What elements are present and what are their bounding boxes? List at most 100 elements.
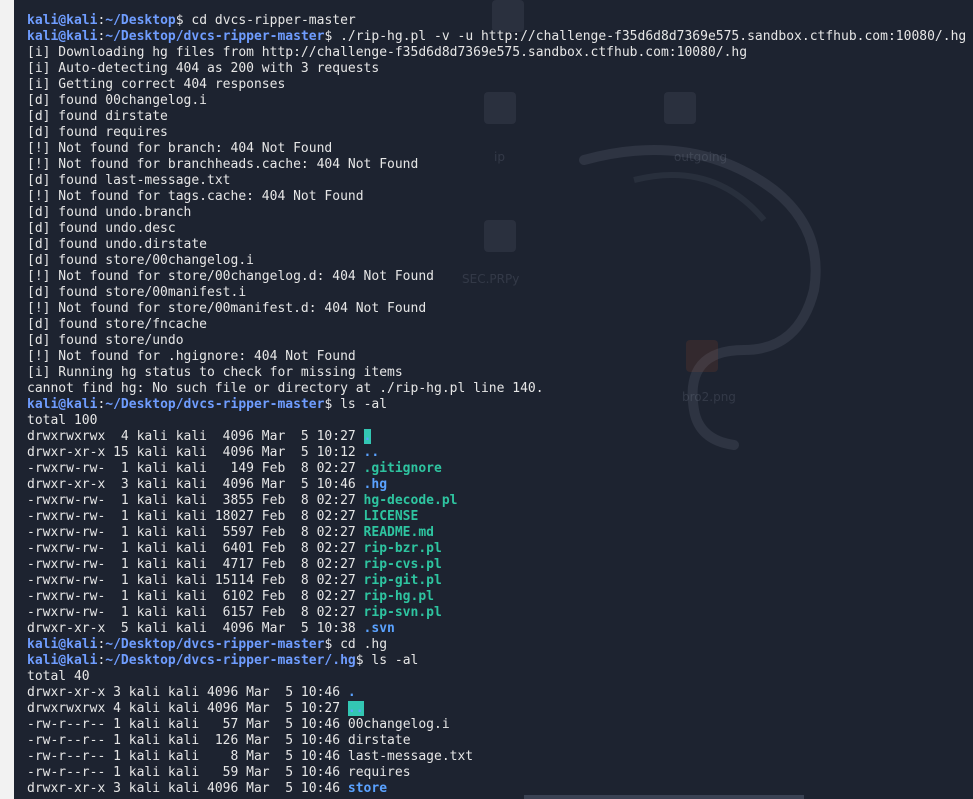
ls-entry-name[interactable]: rip-bzr.pl [364,541,442,556]
terminal-line: [!] Not found for branchheads.cache: 404… [27,157,973,173]
prompt-path: ~/Desktop/dvcs-ripper-master [105,637,325,652]
output-text: [i] Getting correct 404 responses [27,77,286,92]
ls-entry-details: -rwxrw-rw- 1 kali kali 3855 Feb 8 02:27 [27,493,364,508]
terminal-line: drwxr-xr-x 5 kali kali 4096 Mar 5 10:38 … [27,621,973,637]
prompt-user: kali@kali [27,637,98,652]
terminal-line: [!] Not found for store/00manifest.d: 40… [27,301,973,317]
terminal-line: [!] Not found for tags.cache: 404 Not Fo… [27,189,973,205]
terminal-line: -rwxrw-rw- 1 kali kali 6401 Feb 8 02:27 … [27,541,973,557]
terminal-line: -rw-r--r-- 1 kali kali 126 Mar 5 10:46 d… [27,733,973,749]
ls-entry-details: drwxr-xr-x 3 kali kali 4096 Mar 5 10:46 [27,685,348,700]
terminal-line: [d] found 00changelog.i [27,93,973,109]
ls-entry-details: -rw-r--r-- 1 kali kali 126 Mar 5 10:46 [27,733,348,748]
terminal-line: cannot find hg: No such file or director… [27,381,973,397]
ls-entry-name[interactable]: 00changelog.i [348,717,450,732]
terminal-line: [d] found store/fncache [27,317,973,333]
terminal-line: drwxr-xr-x 3 kali kali 4096 Mar 5 10:46 … [27,685,973,701]
ls-entry-name[interactable]: README.md [364,525,434,540]
terminal-line: -rwxrw-rw- 1 kali kali 18027 Feb 8 02:27… [27,509,973,525]
terminal-line: kali@kali:~/Desktop$ cd dvcs-ripper-mast… [27,13,973,29]
output-text: total 100 [27,413,98,428]
terminal-line: drwxrwxrwx 4 kali kali 4096 Mar 5 10:27 … [27,429,973,445]
terminal-line: [d] found store/00changelog.i [27,253,973,269]
prompt-path: ~/Desktop [105,13,176,28]
ls-entry-name[interactable]: LICENSE [364,509,419,524]
ls-entry-name[interactable]: hg-decode.pl [364,493,458,508]
ls-entry-name[interactable]: rip-hg.pl [364,589,434,604]
ls-entry-details: -rwxrw-rw- 1 kali kali 6157 Feb 8 02:27 [27,605,364,620]
ls-entry-name[interactable]: rip-git.pl [364,573,442,588]
output-text: [d] found dirstate [27,109,168,124]
terminal-line: -rwxrw-rw- 1 kali kali 6157 Feb 8 02:27 … [27,605,973,621]
output-text: [d] found store/fncache [27,317,208,332]
ls-entry-name[interactable]: dirstate [348,733,411,748]
terminal-line: [d] found store/00manifest.i [27,285,973,301]
terminal-line: -rwxrw-rw- 1 kali kali 5597 Feb 8 02:27 … [27,525,973,541]
terminal-line: kali@kali:~/Desktop/dvcs-ripper-master/.… [27,653,973,669]
prompt-symbol: $ [355,653,372,668]
prompt-path: ~/Desktop/dvcs-ripper-master [105,397,325,412]
output-text: [i] Running hg status to check for missi… [27,365,403,380]
output-text: [d] found last-message.txt [27,173,231,188]
output-text: [d] found store/undo [27,333,184,348]
ls-entry-details: drwxr-xr-x 3 kali kali 4096 Mar 5 10:46 [27,781,348,796]
terminal-line: drwxrwxrwx 4 kali kali 4096 Mar 5 10:27 … [27,701,973,717]
terminal-line: total 40 [27,669,973,685]
command-text: ls -al [340,397,388,412]
ls-entry-name[interactable]: .svn [364,621,395,636]
terminal-window[interactable]: ip outgoing SEC.PRPy bro2.png kali@kali:… [14,0,973,799]
terminal-line: [d] found undo.dirstate [27,237,973,253]
output-text: [!] Not found for .hgignore: 404 Not Fou… [27,349,356,364]
output-text: [i] Downloading hg files from http://cha… [27,45,748,60]
terminal-line: -rwxrw-rw- 1 kali kali 3855 Feb 8 02:27 … [27,493,973,509]
terminal-line: [i] Downloading hg files from http://cha… [27,45,973,61]
ls-entry-name[interactable]: . [348,685,356,700]
output-text: [!] Not found for tags.cache: 404 Not Fo… [27,189,364,204]
output-text: total 40 [27,669,90,684]
terminal-line: -rwxrw-rw- 1 kali kali 6102 Feb 8 02:27 … [27,589,973,605]
ls-entry-name[interactable]: .. [347,701,364,716]
terminal-line: kali@kali:~/Desktop/dvcs-ripper-master$ … [27,637,973,653]
ls-entry-details: drwxrwxrwx 4 kali kali 4096 Mar 5 10:27 [27,429,364,444]
prompt-symbol: $ [324,29,341,44]
ls-entry-name[interactable]: .gitignore [364,461,442,476]
prompt-user: kali@kali [27,653,98,668]
terminal-line: [d] found requires [27,125,973,141]
terminal-output: kali@kali:~/Desktop$ cd dvcs-ripper-mast… [27,13,973,797]
output-text: [!] Not found for branchheads.cache: 404… [27,157,419,172]
output-text: [!] Not found for store/00changelog.d: 4… [27,269,434,284]
terminal-line: [i] Auto-detecting 404 as 200 with 3 req… [27,61,973,77]
terminal-line: [d] found store/undo [27,333,973,349]
horizontal-scrollbar[interactable] [524,795,804,799]
ls-entry-name[interactable]: rip-svn.pl [364,605,442,620]
terminal-line: [d] found undo.branch [27,205,973,221]
ls-entry-name[interactable]: store [348,781,387,796]
ls-entry-details: drwxr-xr-x 5 kali kali 4096 Mar 5 10:38 [27,621,364,636]
output-text: [d] found 00changelog.i [27,93,208,108]
terminal-line: kali@kali:~/Desktop/dvcs-ripper-master$ … [27,29,973,45]
ls-entry-name[interactable]: rip-cvs.pl [364,557,442,572]
ls-entry-details: -rwxrw-rw- 1 kali kali 15114 Feb 8 02:27 [27,573,364,588]
ls-entry-name[interactable]: requires [348,765,411,780]
ls-entry-name[interactable]: .. [364,445,380,460]
ls-entry-details: -rwxrw-rw- 1 kali kali 4717 Feb 8 02:27 [27,557,364,572]
prompt-symbol: $ [324,397,341,412]
output-text: [d] found undo.dirstate [27,237,208,252]
terminal-line: [d] found dirstate [27,109,973,125]
output-text: [d] found store/00changelog.i [27,253,254,268]
ls-entry-name[interactable]: .hg [364,477,387,492]
terminal-line: -rw-r--r-- 1 kali kali 57 Mar 5 10:46 00… [27,717,973,733]
terminal-line: -rw-r--r-- 1 kali kali 59 Mar 5 10:46 re… [27,765,973,781]
prompt-path: ~/Desktop/dvcs-ripper-master [105,29,325,44]
ls-entry-name[interactable]: last-message.txt [348,749,473,764]
ls-entry-details: -rw-r--r-- 1 kali kali 59 Mar 5 10:46 [27,765,348,780]
terminal-line: -rwxrw-rw- 1 kali kali 149 Feb 8 02:27 .… [27,461,973,477]
terminal-line: drwxr-xr-x 15 kali kali 4096 Mar 5 10:12… [27,445,973,461]
window-left-edge [0,0,15,799]
terminal-line: [!] Not found for store/00changelog.d: 4… [27,269,973,285]
prompt-user: kali@kali [27,29,98,44]
output-text: [!] Not found for store/00manifest.d: 40… [27,301,427,316]
ls-entry-name[interactable]: . [363,429,372,444]
output-text: [d] found requires [27,125,168,140]
ls-entry-details: drwxrwxrwx 4 kali kali 4096 Mar 5 10:27 [27,701,348,716]
